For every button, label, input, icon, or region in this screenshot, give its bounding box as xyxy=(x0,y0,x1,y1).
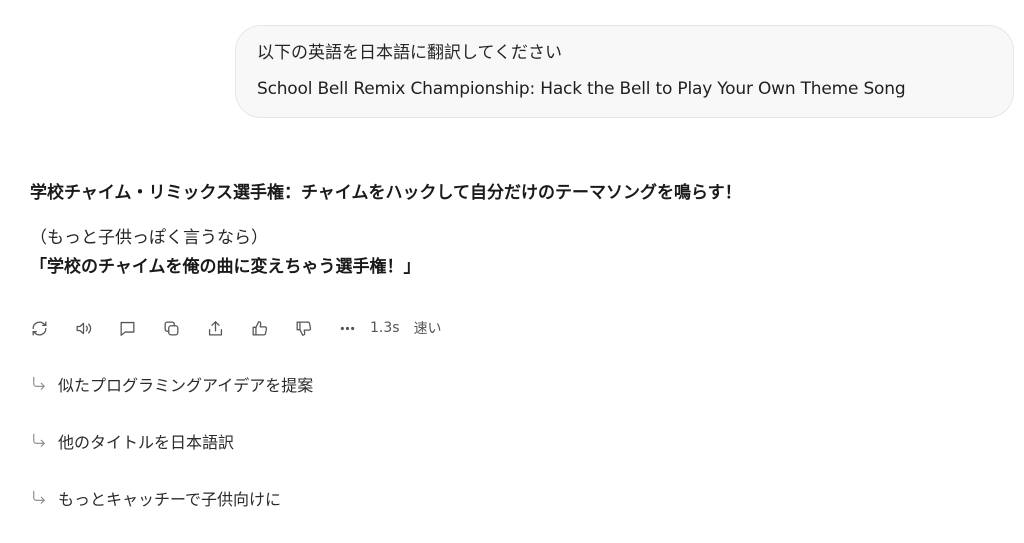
comment-button[interactable] xyxy=(116,317,138,339)
more-options-button[interactable] xyxy=(336,317,358,339)
share-icon xyxy=(208,320,222,335)
response-time: 1.3s xyxy=(370,320,400,336)
assistant-response: 学校チャイム・リミックス選手権：チャイムをハックして自分だけのテーマソングを鳴ら… xyxy=(30,178,990,282)
copy-button[interactable] xyxy=(160,317,182,339)
user-message-text: School Bell Remix Championship: Hack the… xyxy=(257,79,906,99)
response-note: （もっと子供っぽく言うなら） xyxy=(30,228,268,248)
suggestion-label: もっとキャッチーで子供向けに xyxy=(58,490,282,509)
reply-arrow-icon xyxy=(28,487,50,509)
response-action-toolbar: 1.3s 速い xyxy=(28,315,442,341)
suggestion-label: 他のタイトルを日本語訳 xyxy=(58,433,235,452)
thumbs-up-button[interactable] xyxy=(248,317,270,339)
chat-page: 以下の英語を日本語に翻訳してください School Bell Remix Cha… xyxy=(0,0,1024,543)
user-message-instruction: 以下の英語を日本語に翻訳してください xyxy=(257,43,562,63)
thumbs-down-button[interactable] xyxy=(292,317,314,339)
more-icon xyxy=(340,326,354,330)
reply-arrow-icon xyxy=(28,373,50,395)
regenerate-icon xyxy=(32,321,46,335)
user-message-bubble: 以下の英語を日本語に翻訳してください School Bell Remix Cha… xyxy=(235,25,1014,118)
suggestion-item[interactable]: 似たプログラミングアイデアを提案 xyxy=(28,370,313,398)
speaker-icon xyxy=(76,322,91,334)
regenerate-button[interactable] xyxy=(28,317,50,339)
suggestion-item[interactable]: もっとキャッチーで子供向けに xyxy=(28,484,281,512)
thumbs-down-icon xyxy=(296,321,311,336)
share-button[interactable] xyxy=(204,317,226,339)
reply-arrow-icon xyxy=(28,430,50,452)
suggestion-item[interactable]: 他のタイトルを日本語訳 xyxy=(28,427,234,455)
read-aloud-button[interactable] xyxy=(72,317,94,339)
thumbs-up-icon xyxy=(252,320,267,335)
copy-icon xyxy=(164,321,178,335)
response-quote: 「学校のチャイムを俺の曲に変えちゃう選手権！」 xyxy=(30,257,421,277)
model-speed-label[interactable]: 速い xyxy=(414,318,442,338)
comment-icon xyxy=(120,321,134,336)
suggestion-label: 似たプログラミングアイデアを提案 xyxy=(58,376,314,395)
response-title: 学校チャイム・リミックス選手権：チャイムをハックして自分だけのテーマソングを鳴ら… xyxy=(30,183,742,203)
